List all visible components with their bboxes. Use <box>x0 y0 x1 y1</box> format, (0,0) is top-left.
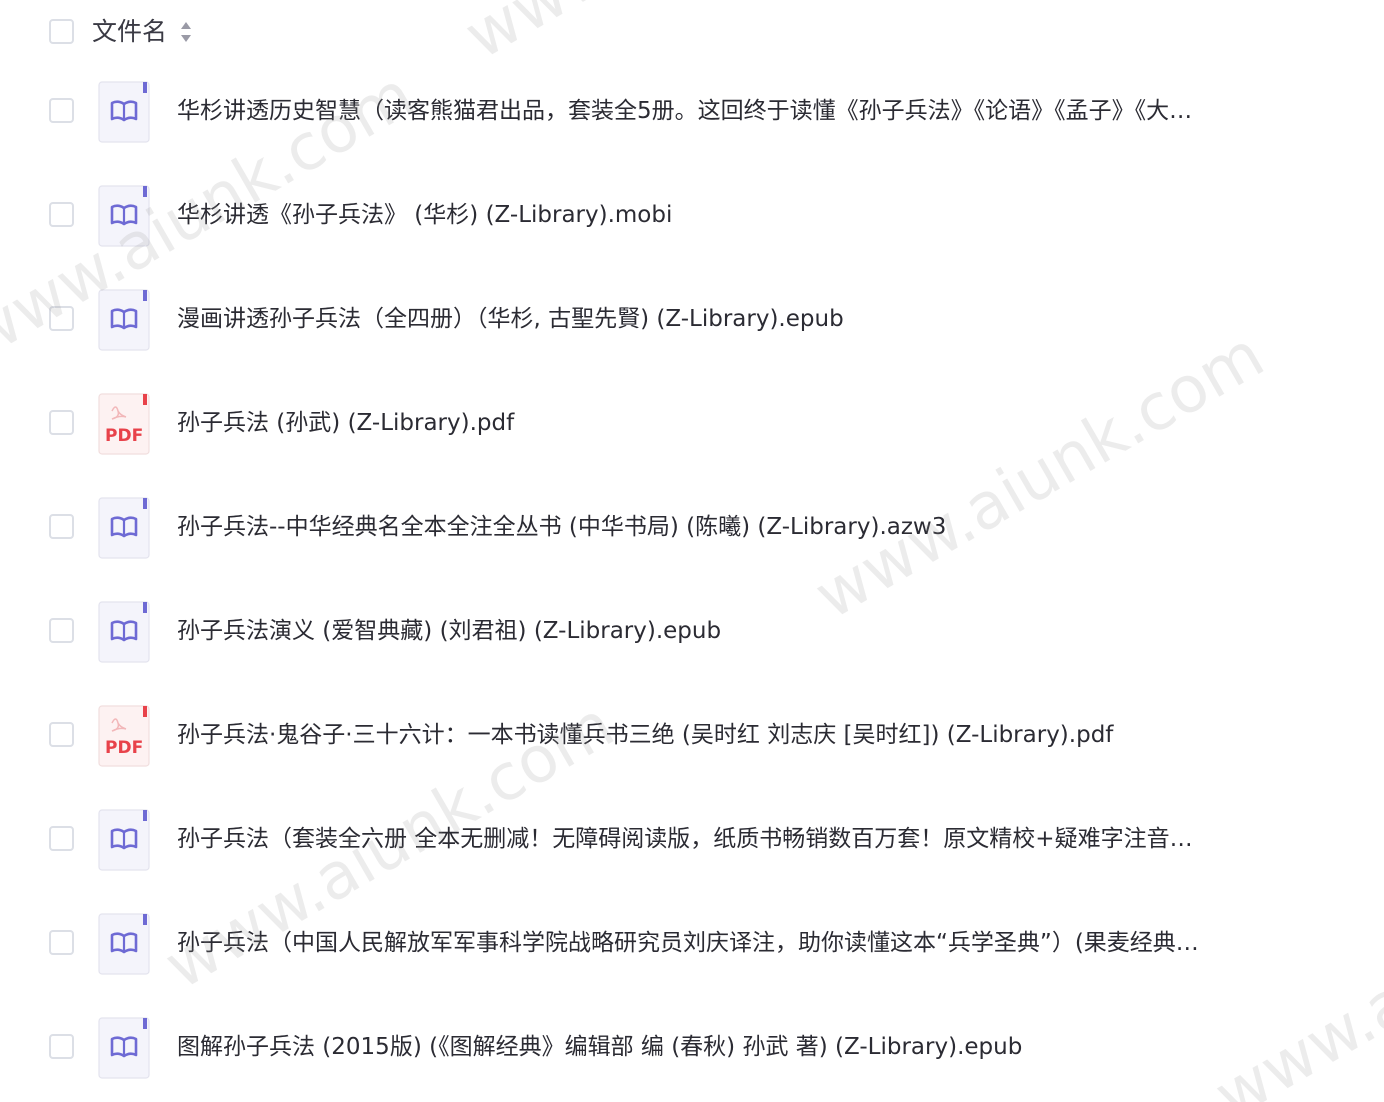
book-icon <box>98 497 150 559</box>
file-name[interactable]: 孙子兵法--中华经典名全本全注全丛书 (中华书局) (陈曦) (Z-Librar… <box>177 509 1247 545</box>
file-row[interactable]: 孙子兵法--中华经典名全本全注全丛书 (中华书局) (陈曦) (Z-Librar… <box>0 476 1384 580</box>
file-row[interactable]: 漫画讲透孙子兵法（全四册）（华杉, 古聖先賢) (Z-Library).epub <box>0 268 1384 372</box>
file-name[interactable]: 华杉讲透《孙子兵法》 (华杉) (Z-Library).mobi <box>177 197 1247 233</box>
file-select-checkbox[interactable] <box>49 1034 74 1059</box>
file-select-checkbox[interactable] <box>49 722 74 747</box>
file-list-header: 文件名 <box>0 0 1384 66</box>
book-icon <box>98 185 150 247</box>
file-name[interactable]: 孙子兵法（中国人民解放军军事科学院战略研究员刘庆译注，助你读懂这本“兵学圣典”）… <box>177 925 1247 961</box>
file-select-checkbox[interactable] <box>49 618 74 643</box>
file-name[interactable]: 孙子兵法（套装全六册 全本无删减！无障碍阅读版，纸质书畅销数百万套！原文精校+疑… <box>177 821 1247 857</box>
file-row[interactable]: 孙子兵法（中国人民解放军军事科学院战略研究员刘庆译注，助你读懂这本“兵学圣典”）… <box>0 892 1384 996</box>
pdf-icon: PDF <box>98 393 150 455</box>
file-name[interactable]: 孙子兵法演义 (爱智典藏) (刘君祖) (Z-Library).epub <box>177 613 1247 649</box>
file-browser: 文件名 华杉讲透历史智慧（读客熊猫君出品，套装全5册。这回终于读懂《孙子兵法》《… <box>0 0 1384 1102</box>
file-select-checkbox[interactable] <box>49 98 74 123</box>
sort-icon[interactable] <box>179 20 193 44</box>
book-icon <box>98 809 150 871</box>
book-icon <box>98 289 150 351</box>
file-select-checkbox[interactable] <box>49 306 74 331</box>
select-all-checkbox[interactable] <box>49 19 74 44</box>
file-row[interactable]: 孙子兵法（套装全六册 全本无删减！无障碍阅读版，纸质书畅销数百万套！原文精校+疑… <box>0 788 1384 892</box>
file-list: 华杉讲透历史智慧（读客熊猫君出品，套装全5册。这回终于读懂《孙子兵法》《论语》《… <box>0 60 1384 1100</box>
file-select-checkbox[interactable] <box>49 514 74 539</box>
file-name[interactable]: 漫画讲透孙子兵法（全四册）（华杉, 古聖先賢) (Z-Library).epub <box>177 301 1247 337</box>
file-row[interactable]: 华杉讲透历史智慧（读客熊猫君出品，套装全5册。这回终于读懂《孙子兵法》《论语》《… <box>0 60 1384 164</box>
book-icon <box>98 1017 150 1079</box>
book-icon <box>98 81 150 143</box>
book-icon <box>98 601 150 663</box>
file-row[interactable]: 华杉讲透《孙子兵法》 (华杉) (Z-Library).mobi <box>0 164 1384 268</box>
file-name[interactable]: 孙子兵法·鬼谷子·三十六计：一本书读懂兵书三绝 (吴时红 刘志庆 [吴时红]) … <box>177 717 1247 753</box>
file-row[interactable]: 孙子兵法演义 (爱智典藏) (刘君祖) (Z-Library).epub <box>0 580 1384 684</box>
file-select-checkbox[interactable] <box>49 930 74 955</box>
file-row[interactable]: PDF 孙子兵法·鬼谷子·三十六计：一本书读懂兵书三绝 (吴时红 刘志庆 [吴时… <box>0 684 1384 788</box>
filename-column-header[interactable]: 文件名 <box>92 15 167 49</box>
file-row[interactable]: 图解孙子兵法 (2015版) (《图解经典》编辑部 编 (春秋) 孙武 著) (… <box>0 996 1384 1100</box>
pdf-icon-label: PDF <box>105 426 143 446</box>
file-row[interactable]: PDF 孙子兵法 (孙武) (Z-Library).pdf <box>0 372 1384 476</box>
pdf-icon: PDF <box>98 705 150 767</box>
file-select-checkbox[interactable] <box>49 410 74 435</box>
file-select-checkbox[interactable] <box>49 826 74 851</box>
file-select-checkbox[interactable] <box>49 202 74 227</box>
file-name[interactable]: 孙子兵法 (孙武) (Z-Library).pdf <box>177 405 1247 441</box>
file-name[interactable]: 图解孙子兵法 (2015版) (《图解经典》编辑部 编 (春秋) 孙武 著) (… <box>177 1029 1247 1065</box>
file-name[interactable]: 华杉讲透历史智慧（读客熊猫君出品，套装全5册。这回终于读懂《孙子兵法》《论语》《… <box>177 93 1247 129</box>
pdf-icon-label: PDF <box>105 738 143 758</box>
book-icon <box>98 913 150 975</box>
